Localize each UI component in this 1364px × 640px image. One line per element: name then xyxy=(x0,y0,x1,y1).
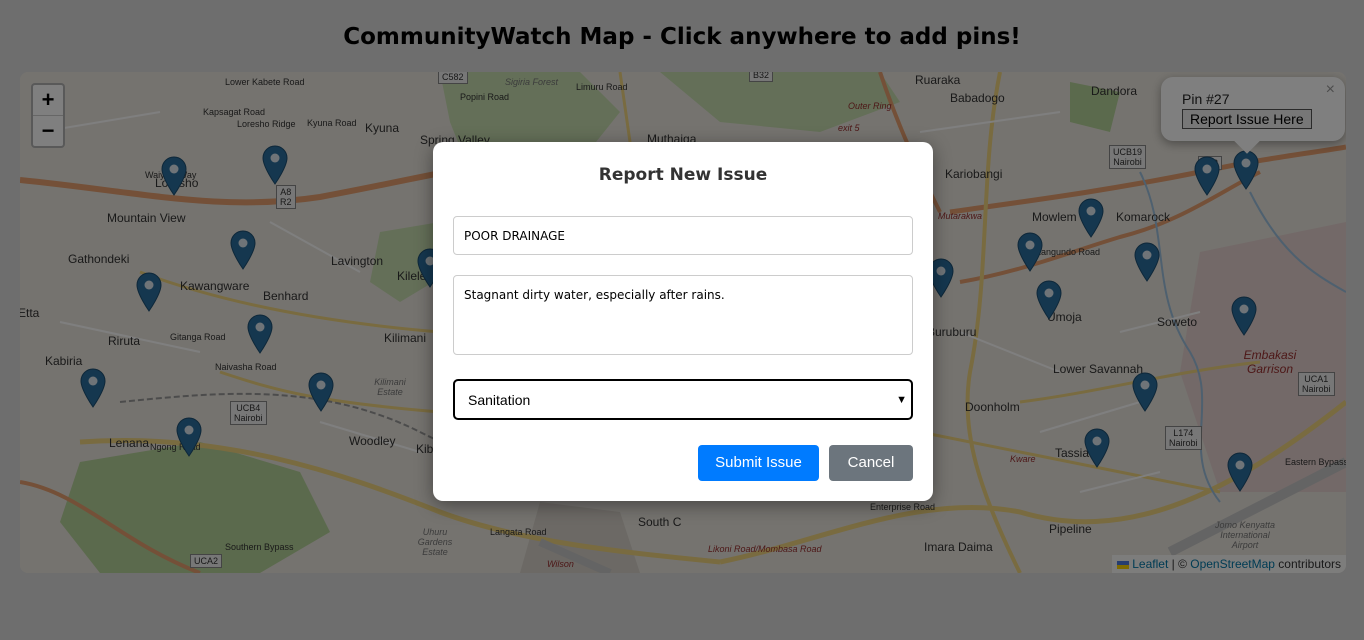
page: CommunityWatch Map - Click anywhere to a… xyxy=(0,0,1364,640)
chevron-down-icon: ▼ xyxy=(896,394,907,406)
modal-title: Report New Issue xyxy=(598,165,768,185)
category-selected-value: Sanitation xyxy=(468,392,531,408)
issue-description-textarea[interactable]: Stagnant dirty water, especially after r… xyxy=(453,275,913,355)
report-issue-modal: Report New Issue POOR DRAINAGE Stagnant … xyxy=(433,142,933,501)
issue-title-input[interactable]: POOR DRAINAGE xyxy=(453,216,913,255)
cancel-button[interactable]: Cancel xyxy=(829,445,913,481)
submit-issue-button[interactable]: Submit Issue xyxy=(698,445,819,481)
category-select[interactable]: Sanitation ▼ xyxy=(453,379,913,420)
